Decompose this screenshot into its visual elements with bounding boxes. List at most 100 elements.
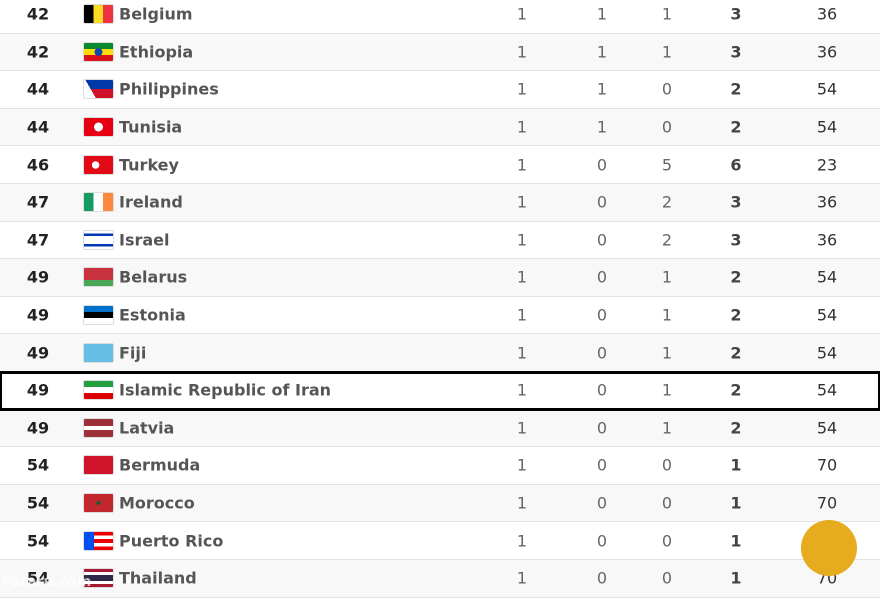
- silver-count: 0: [596, 343, 608, 363]
- total-count: 2: [730, 305, 742, 325]
- rank-cell: 47: [26, 192, 50, 212]
- country-name[interactable]: Thailand: [119, 569, 197, 588]
- country-name[interactable]: Islamic Republic of Iran: [119, 381, 331, 400]
- bronze-count: 1: [661, 418, 673, 438]
- bronze-count: 0: [661, 79, 673, 99]
- flag-icon: [83, 41, 114, 62]
- rank-by-total: 54: [816, 79, 838, 99]
- gold-count: 1: [516, 343, 528, 363]
- country-name[interactable]: Belgium: [119, 5, 193, 24]
- rank-by-total: 54: [816, 343, 838, 363]
- country-name[interactable]: Latvia: [119, 418, 174, 437]
- flag-icon: [83, 4, 114, 25]
- table-row[interactable]: 49 Latvia 1 0 1 2 54: [0, 409, 880, 448]
- rank-cell: 49: [26, 380, 50, 400]
- table-row[interactable]: 42 Ethiopia 1 1 1 3 36: [0, 33, 880, 72]
- table-row[interactable]: 49 Fiji 1 0 1 2 54: [0, 334, 880, 372]
- gold-count: 1: [516, 305, 528, 325]
- bronze-count: 2: [661, 192, 673, 212]
- table-row[interactable]: 47 Ireland 1 0 2 3 36: [0, 183, 880, 222]
- bronze-count: 5: [661, 155, 673, 175]
- silver-count: 0: [596, 267, 608, 287]
- total-count: 2: [730, 380, 742, 400]
- country-name[interactable]: Bermuda: [119, 456, 200, 475]
- gold-count: 1: [516, 568, 528, 588]
- total-count: 3: [730, 42, 742, 62]
- flag-icon: [83, 530, 114, 551]
- silver-count: 0: [596, 531, 608, 551]
- rank-cell: 54: [26, 531, 50, 551]
- country-name[interactable]: Israel: [119, 230, 170, 249]
- total-count: 2: [730, 117, 742, 137]
- bronze-count: 2: [661, 230, 673, 250]
- rank-by-total: 36: [816, 4, 838, 24]
- country-name[interactable]: Tunisia: [119, 118, 182, 137]
- rank-by-total: 54: [816, 117, 838, 137]
- rank-by-total: 36: [816, 42, 838, 62]
- rank-by-total: 36: [816, 230, 838, 250]
- table-row[interactable]: 54 Thailand 1 0 0 1 70: [0, 559, 880, 598]
- table-row[interactable]: 44 Philippines 1 1 0 2 54: [0, 71, 880, 109]
- table-row[interactable]: 54 Morocco 1 0 0 1 70: [0, 484, 880, 523]
- rank-by-total: 54: [816, 305, 838, 325]
- table-row[interactable]: 44 Tunisia 1 1 0 2 54: [0, 108, 880, 147]
- total-count: 1: [730, 531, 742, 551]
- silver-count: 0: [596, 418, 608, 438]
- total-count: 2: [730, 267, 742, 287]
- rank-cell: 49: [26, 418, 50, 438]
- silver-count: 1: [596, 79, 608, 99]
- silver-count: 0: [596, 380, 608, 400]
- rank-cell: 42: [26, 42, 50, 62]
- total-count: 3: [730, 192, 742, 212]
- total-count: 2: [730, 79, 742, 99]
- bronze-count: 1: [661, 4, 673, 24]
- bronze-count: 1: [661, 42, 673, 62]
- gold-count: 1: [516, 418, 528, 438]
- country-name[interactable]: Morocco: [119, 494, 195, 513]
- country-name[interactable]: Belarus: [119, 268, 187, 287]
- rank-by-total: 54: [816, 267, 838, 287]
- flag-icon: [83, 192, 114, 213]
- table-row[interactable]: 49 Estonia 1 0 1 2 54: [0, 296, 880, 335]
- medal-table: 42 Belgium 1 1 1 3 36 42 Ethiopia 1 1 1 3 36 44 Philipp…: [0, 0, 880, 598]
- country-name[interactable]: Philippines: [119, 80, 219, 99]
- total-count: 1: [730, 455, 742, 475]
- flag-icon: [83, 417, 114, 438]
- flag-icon: [83, 267, 114, 288]
- country-name[interactable]: Puerto Rico: [119, 531, 223, 550]
- gold-count: 1: [516, 230, 528, 250]
- rank-cell: 49: [26, 305, 50, 325]
- country-name[interactable]: Ethiopia: [119, 42, 193, 61]
- fararu-logo: [801, 520, 857, 576]
- flag-icon: [83, 154, 114, 175]
- total-count: 1: [730, 493, 742, 513]
- gold-count: 1: [516, 4, 528, 24]
- gold-count: 1: [516, 531, 528, 551]
- rank-by-total: 36: [816, 192, 838, 212]
- table-row[interactable]: 46 Turkey 1 0 5 6 23: [0, 146, 880, 184]
- country-name[interactable]: Fiji: [119, 343, 146, 362]
- table-row[interactable]: 49 Islamic Republic of Iran 1 0 1 2 54: [0, 370, 880, 411]
- table-row[interactable]: 54 Bermuda 1 0 0 1 70: [0, 447, 880, 485]
- bronze-count: 0: [661, 531, 673, 551]
- flag-icon: [83, 493, 114, 514]
- table-row[interactable]: 42 Belgium 1 1 1 3 36: [0, 0, 880, 34]
- gold-count: 1: [516, 155, 528, 175]
- flag-icon: [83, 229, 114, 250]
- country-name[interactable]: Turkey: [119, 155, 179, 174]
- country-name[interactable]: Ireland: [119, 193, 183, 212]
- silver-count: 0: [596, 230, 608, 250]
- total-count: 2: [730, 418, 742, 438]
- flag-icon: [83, 305, 114, 326]
- bronze-count: 0: [661, 117, 673, 137]
- gold-count: 1: [516, 117, 528, 137]
- table-row[interactable]: 47 Israel 1 0 2 3 36: [0, 221, 880, 260]
- bronze-count: 0: [661, 455, 673, 475]
- table-row[interactable]: 49 Belarus 1 0 1 2 54: [0, 259, 880, 297]
- country-name[interactable]: Estonia: [119, 306, 186, 325]
- rank-cell: 47: [26, 230, 50, 250]
- silver-count: 0: [596, 493, 608, 513]
- rank-by-total: 54: [816, 380, 838, 400]
- table-row[interactable]: 54Puerto Rico100170: [0, 522, 880, 560]
- rank-cell: 54: [26, 455, 50, 475]
